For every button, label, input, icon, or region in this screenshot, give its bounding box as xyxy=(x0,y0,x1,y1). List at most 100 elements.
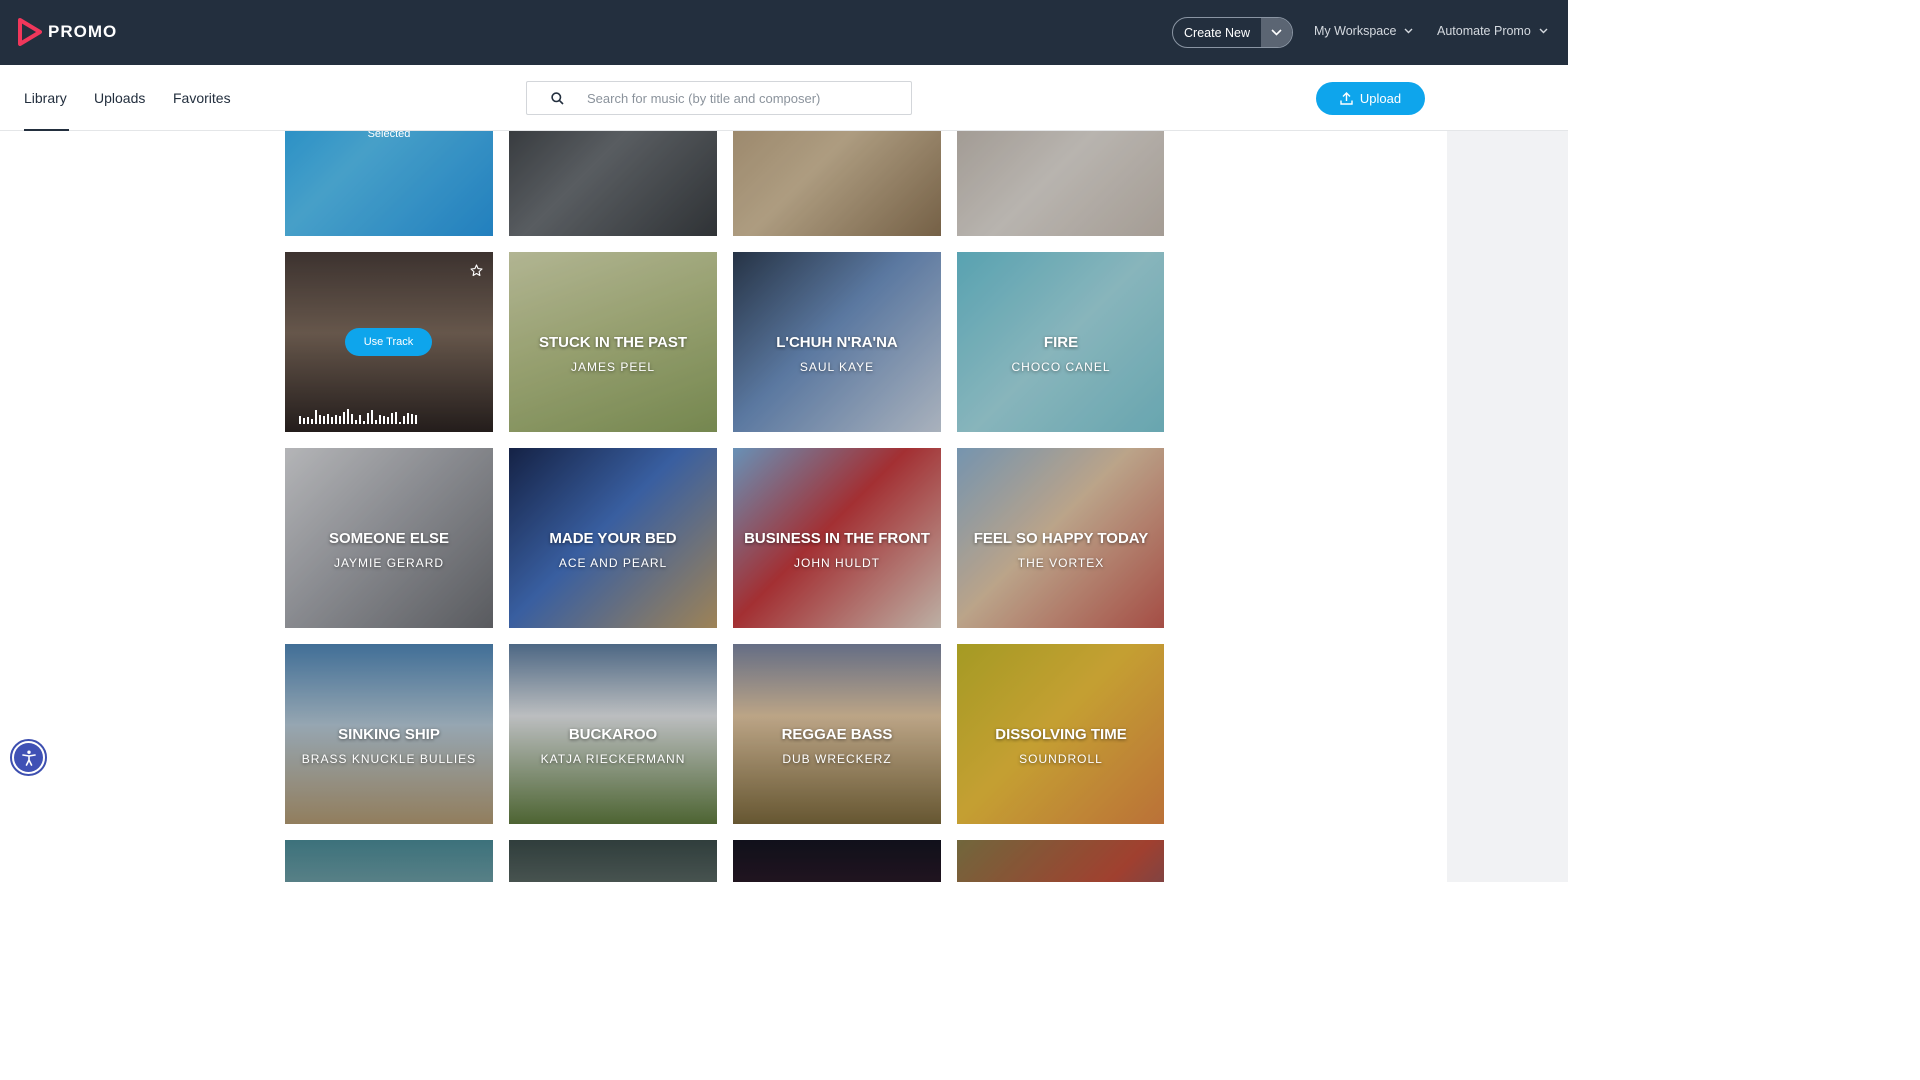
track-title: Sinking Ship xyxy=(338,726,440,743)
waveform-bar xyxy=(359,415,361,424)
use-track-button[interactable]: Use Track xyxy=(345,328,432,356)
track-card[interactable]: Dissolving Time Soundroll xyxy=(957,644,1164,824)
track-title: L'chuh N'ra'na xyxy=(776,334,898,351)
tab-favorites[interactable]: Favorites xyxy=(173,90,231,106)
track-card[interactable] xyxy=(733,840,941,882)
top-navbar: PROMO Create New My Workspace Automate P… xyxy=(0,0,1568,65)
right-panel xyxy=(1447,131,1568,882)
track-card[interactable]: Christmas TimeDominik HauserSelected xyxy=(285,131,493,236)
cover-overlay xyxy=(509,840,717,882)
cover-overlay xyxy=(957,131,1164,236)
track-card[interactable]: Feel So Happy Today The Vortex xyxy=(957,448,1164,628)
my-workspace-label: My Workspace xyxy=(1314,24,1397,38)
waveform-bar xyxy=(411,414,413,424)
waveform-bar xyxy=(355,420,357,424)
track-card[interactable]: Fire Choco Canel xyxy=(957,252,1164,432)
track-card[interactable]: Stuck In The Past James Peel xyxy=(509,252,717,432)
track-title: Someone Else xyxy=(328,530,450,547)
track-card[interactable]: ConversationsFrank Iva xyxy=(509,131,717,236)
track-card[interactable]: L'chuh N'ra'na Saul Kaye xyxy=(733,252,941,432)
waveform-bar xyxy=(311,419,313,424)
track-card[interactable] xyxy=(957,840,1164,882)
cover-overlay xyxy=(285,131,493,236)
waveform-bar xyxy=(403,416,405,424)
waveform-bar xyxy=(395,412,397,424)
active-tab-indicator xyxy=(24,129,69,131)
track-card[interactable]: Someone Else Jaymie Gerard xyxy=(285,448,493,628)
track-artist: Soundroll xyxy=(1019,752,1103,766)
create-new-dropdown-button[interactable] xyxy=(1261,18,1292,47)
chevron-down-icon xyxy=(1271,29,1282,36)
track-artist: Choco Canel xyxy=(1011,360,1111,374)
track-card[interactable]: Tidal WaveVinyl Stripes xyxy=(733,131,941,236)
waveform-preview[interactable] xyxy=(299,408,417,424)
accessibility-icon xyxy=(14,743,43,772)
waveform-bar xyxy=(399,422,401,424)
waveform-bar xyxy=(379,415,381,424)
waveform-bar xyxy=(303,418,305,424)
waveform-bar xyxy=(315,410,317,424)
cover-overlay xyxy=(733,840,941,882)
track-card[interactable]: BuffalosAmycanbe xyxy=(957,131,1164,236)
waveform-bar xyxy=(347,409,349,424)
waveform-bar xyxy=(391,413,393,424)
waveform-bar xyxy=(307,417,309,424)
waveform-bar xyxy=(299,416,301,424)
track-artist: Dub Wreckerz xyxy=(782,752,892,766)
track-title: Made Your Bed xyxy=(549,530,677,547)
brand-name: PROMO xyxy=(48,22,118,41)
waveform-bar xyxy=(387,417,389,424)
track-card[interactable]: Use Track xyxy=(285,252,493,432)
promo-logo[interactable]: PROMO xyxy=(18,18,117,46)
automate-promo-dropdown[interactable]: Automate Promo xyxy=(1437,24,1548,38)
track-artist: Brass Knuckle Bullies xyxy=(301,752,477,766)
tab-uploads[interactable]: Uploads xyxy=(94,90,145,106)
waveform-bar xyxy=(383,416,385,424)
upload-button[interactable]: Upload xyxy=(1316,82,1425,115)
track-title: Stuck In The Past xyxy=(538,334,688,351)
track-title: Dissolving Time xyxy=(995,726,1127,743)
search-input[interactable] xyxy=(587,90,887,106)
track-card[interactable]: Business In The Front John Huldt xyxy=(733,448,941,628)
track-card[interactable] xyxy=(285,840,493,882)
track-artist: Jaymie Gerard xyxy=(333,556,445,570)
track-artist: James Peel xyxy=(570,360,656,374)
track-card[interactable]: Reggae Bass Dub Wreckerz xyxy=(733,644,941,824)
waveform-bar xyxy=(335,415,337,424)
waveform-bar xyxy=(323,416,325,424)
waveform-bar xyxy=(331,417,333,424)
track-card[interactable]: Made Your Bed Ace And Pearl xyxy=(509,448,717,628)
track-card[interactable] xyxy=(509,840,717,882)
track-title: Feel So Happy Today xyxy=(973,530,1149,547)
cover-overlay xyxy=(733,131,941,236)
waveform-bar xyxy=(407,413,409,424)
waveform-bar xyxy=(343,412,345,424)
tab-library[interactable]: Library xyxy=(24,90,67,106)
waveform-bar xyxy=(339,416,341,424)
track-artist: John Huldt xyxy=(793,556,880,570)
waveform-bar xyxy=(371,410,373,424)
track-artist: Ace And Pearl xyxy=(558,556,668,570)
track-artist: Saul Kaye xyxy=(799,360,875,374)
library-toolbar: Library Uploads Favorites Upload xyxy=(0,65,1568,131)
waveform-bar xyxy=(367,413,369,424)
selected-label: Selected xyxy=(367,131,411,140)
track-card[interactable]: Buckaroo Katja Rieckermann xyxy=(509,644,717,824)
create-new-button[interactable]: Create New xyxy=(1173,18,1261,47)
track-title: Fire xyxy=(1043,334,1079,351)
track-card[interactable]: Sinking Ship Brass Knuckle Bullies xyxy=(285,644,493,824)
waveform-bar xyxy=(363,421,365,424)
favorite-star-icon[interactable] xyxy=(470,264,483,282)
waveform-bar xyxy=(375,420,377,424)
track-title: Business In The Front xyxy=(744,530,930,547)
track-grid: Christmas TimeDominik HauserSelectedConv… xyxy=(285,131,1164,882)
chevron-down-icon xyxy=(1539,28,1548,34)
upload-label: Upload xyxy=(1359,91,1402,106)
music-search-box xyxy=(526,81,912,115)
track-artist: Katja Rieckermann xyxy=(540,752,686,766)
waveform-bar xyxy=(415,415,417,424)
my-workspace-dropdown[interactable]: My Workspace xyxy=(1314,24,1413,38)
track-title: Reggae Bass xyxy=(781,726,893,743)
cover-overlay xyxy=(285,840,493,882)
accessibility-button[interactable] xyxy=(10,739,47,776)
